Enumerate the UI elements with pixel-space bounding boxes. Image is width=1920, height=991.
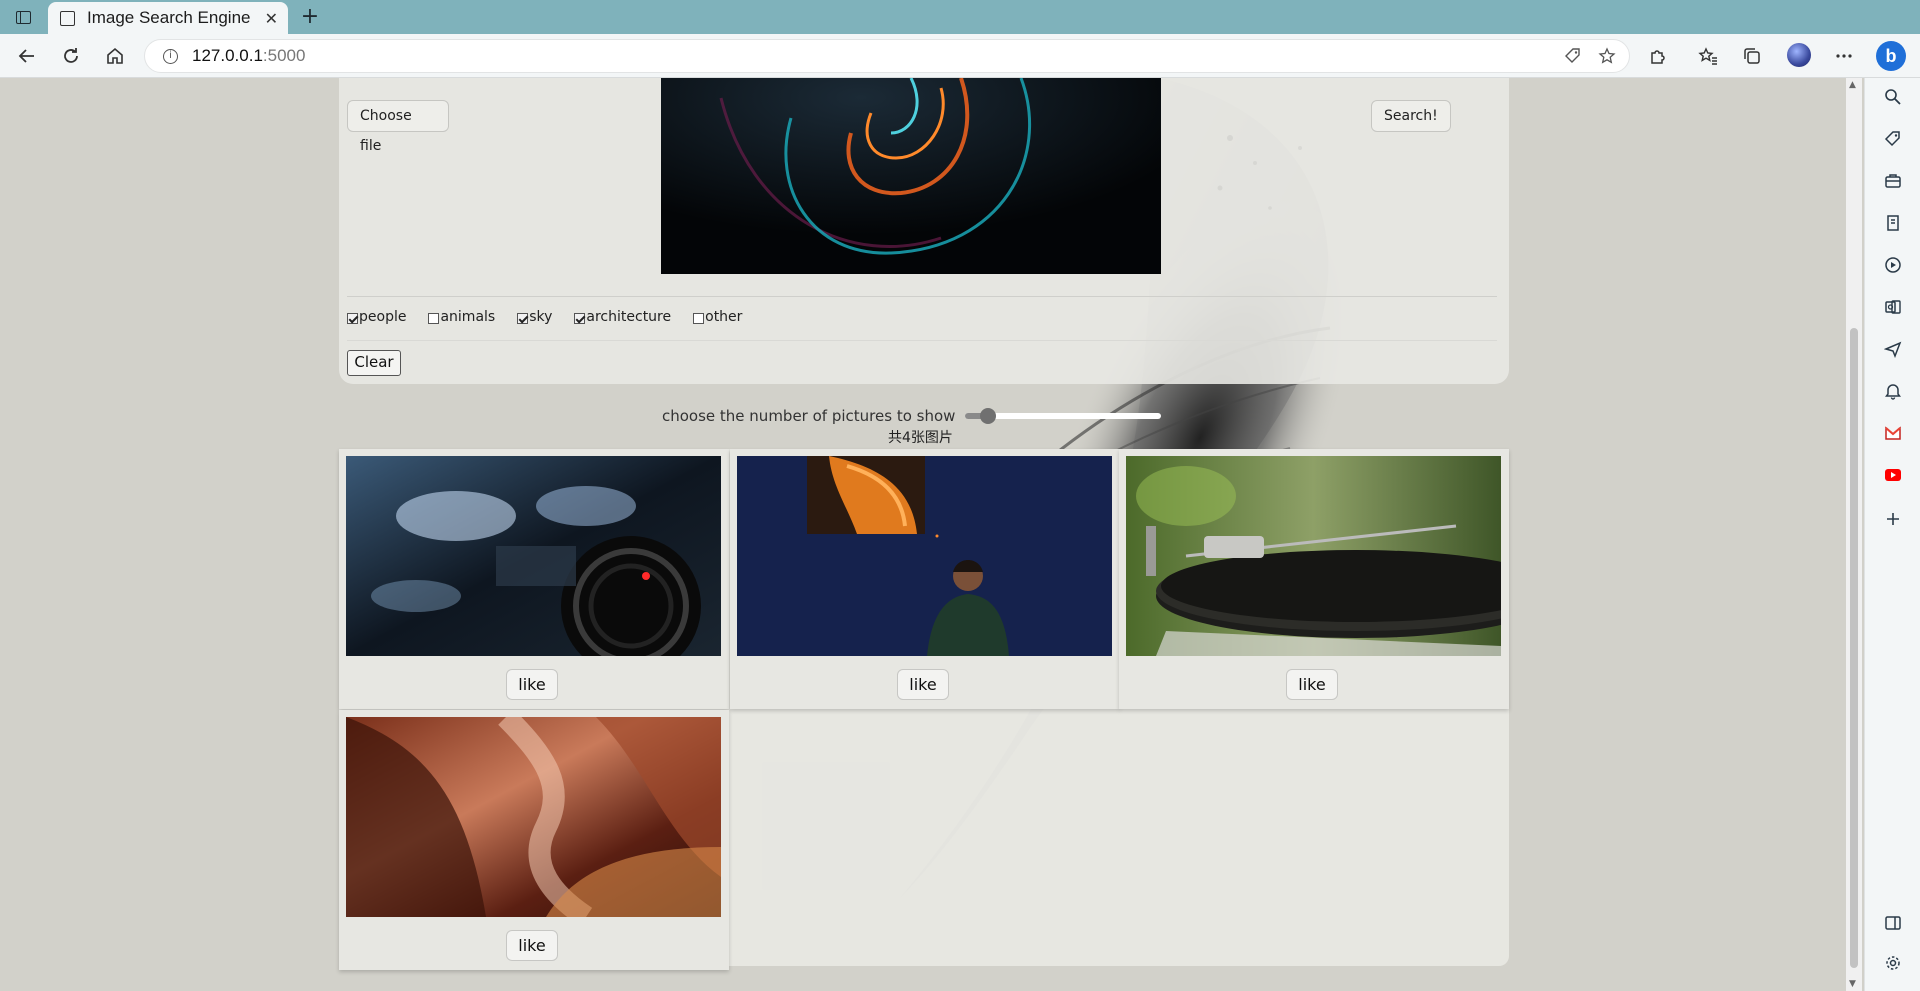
category-label: architecture [586,309,672,325]
result-image-man[interactable] [737,456,1112,656]
search-button[interactable]: Search! [1371,100,1451,132]
search-icon[interactable] [1883,88,1903,108]
tab-actions-icon[interactable] [8,5,38,29]
youtube-icon[interactable] [1883,466,1903,486]
hide-sidebar-icon[interactable] [1883,914,1903,934]
site-info-icon[interactable]: i [163,48,178,64]
result-card: like [1119,449,1509,709]
page-scrollbar[interactable]: ▲ ▼ [1846,78,1862,991]
url-port: :5000 [262,46,306,65]
profile-avatar[interactable] [1787,43,1811,67]
section-divider [347,340,1497,341]
result-image-canyon[interactable] [346,717,721,917]
architecture-checkbox[interactable] [574,312,586,324]
category-architecture[interactable]: architecture [574,309,671,325]
like-button[interactable]: like [506,669,558,700]
result-card: like [339,710,729,970]
address-bar[interactable]: i 127.0.0.1:5000 [144,39,1630,73]
browser-tab-active[interactable]: Image Search Engine ✕ [48,2,288,34]
section-divider [347,296,1497,297]
browser-toolbar: i 127.0.0.1:5000 b [0,34,1920,78]
gmail-icon[interactable] [1883,424,1903,444]
picture-count-slider[interactable] [965,405,1162,427]
settings-gear-icon[interactable] [1883,954,1903,974]
close-tab-icon[interactable]: ✕ [265,9,278,28]
like-button[interactable]: like [897,669,949,700]
result-card: like [339,449,729,709]
tools-briefcase-icon[interactable] [1883,172,1903,192]
outlook-icon[interactable] [1883,298,1903,318]
home-icon[interactable] [102,43,128,69]
browser-tab-strip: Image Search Engine ✕ + [0,0,1920,34]
category-label: sky [529,309,553,325]
search-panel: Choose file Search! people animals sky a… [339,78,1509,384]
category-filters: people animals sky architecture other [347,304,764,330]
send-icon[interactable] [1883,340,1903,360]
page-favicon-icon [60,10,75,26]
more-menu-icon[interactable] [1831,43,1857,69]
notification-bell-icon[interactable] [1883,382,1903,402]
back-icon[interactable] [14,43,40,69]
collections-icon[interactable] [1739,43,1765,69]
category-label: other [705,309,743,325]
category-sky[interactable]: sky [517,309,552,325]
people-checkbox[interactable] [347,312,358,324]
edge-sidebar [1864,78,1920,991]
add-sidebar-item-icon[interactable] [1883,510,1903,530]
microsoft-365-icon[interactable] [1883,256,1903,276]
category-animals[interactable]: animals [428,309,495,325]
refresh-icon[interactable] [58,43,84,69]
sky-checkbox[interactable] [517,312,529,324]
new-tab-button[interactable]: + [296,3,324,31]
tab-title: Image Search Engine [87,8,251,27]
like-button[interactable]: like [1286,669,1338,700]
query-image-preview [661,78,1161,274]
scrollbar-thumb[interactable] [1850,328,1858,968]
extensions-icon[interactable] [1645,43,1671,69]
other-checkbox[interactable] [693,312,705,324]
clear-button[interactable]: Clear [347,350,401,376]
category-label: people [359,309,407,325]
bing-copilot-button[interactable]: b [1876,41,1906,71]
url-host: 127.0.0.1 [192,46,263,65]
favorites-icon[interactable] [1695,43,1721,69]
slider-label: choose the number of pictures to show [662,407,956,425]
page-viewport: Choose file Search! people animals sky a… [0,78,1846,991]
shopping-tag-icon[interactable] [1883,130,1903,150]
results-grid: like like like like [339,449,1509,970]
result-count-text: 共4张图片 [888,430,953,446]
result-card: like [730,449,1120,709]
read-aloud-tag-icon[interactable] [1563,47,1583,67]
result-image-turntable[interactable] [1126,456,1501,656]
add-favorite-icon[interactable] [1597,47,1617,67]
picture-count-control: choose the number of pictures to show [662,405,1182,427]
scroll-down-arrow-icon[interactable]: ▼ [1849,979,1856,989]
games-icon[interactable] [1883,214,1903,234]
slider-handle[interactable] [979,408,996,424]
choose-file-button[interactable]: Choose file [347,100,449,154]
scroll-up-arrow-icon[interactable]: ▲ [1849,80,1856,90]
result-image-camera[interactable] [346,456,721,656]
animals-checkbox[interactable] [428,312,440,324]
like-button[interactable]: like [506,930,558,961]
category-other[interactable]: other [693,309,742,325]
category-label: animals [440,309,496,325]
category-people[interactable]: people [347,309,406,325]
